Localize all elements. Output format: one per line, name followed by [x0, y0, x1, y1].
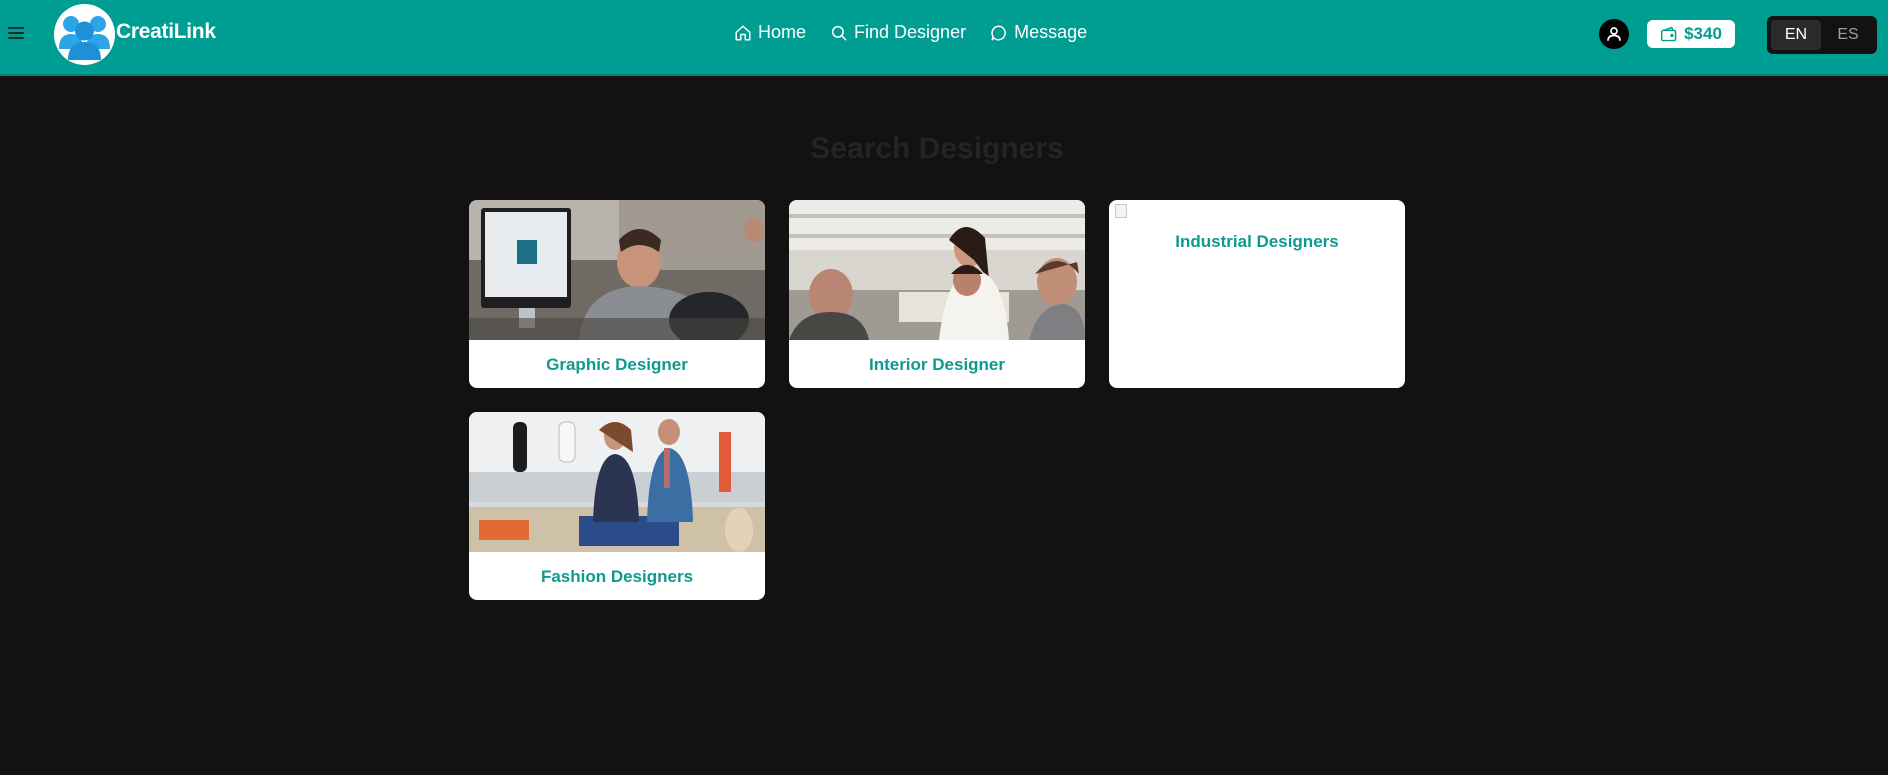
- category-card-fashion-designers[interactable]: Fashion Designers: [469, 412, 765, 600]
- category-card-interior-designer[interactable]: Interior Designer: [789, 200, 1085, 388]
- graphic-designer-photo: [469, 200, 765, 340]
- fashion-designers-photo: [469, 412, 765, 552]
- wallet-amount: $340: [1684, 24, 1722, 43]
- nav-home[interactable]: Home: [734, 22, 806, 43]
- nav-find-designer[interactable]: Find Designer: [830, 22, 966, 43]
- category-label: Interior Designer: [868, 355, 1006, 374]
- user-icon: [1607, 27, 1621, 41]
- main-nav: Home Find Designer Message: [734, 22, 1087, 43]
- message-icon: [991, 24, 1006, 40]
- brand-name[interactable]: CreatiLink: [116, 20, 216, 44]
- user-profile-button[interactable]: [1599, 19, 1629, 49]
- category-card-industrial-designers[interactable]: Industrial Designers: [1109, 200, 1405, 388]
- hamburger-menu-icon[interactable]: [8, 23, 28, 43]
- language-es-button[interactable]: ES: [1823, 20, 1873, 50]
- category-label: Fashion Designers: [540, 567, 694, 586]
- wallet-icon: [1661, 26, 1677, 42]
- wallet-balance-button[interactable]: $340: [1647, 20, 1735, 48]
- nav-home-label: Home: [758, 22, 807, 42]
- category-label: Industrial Designers: [1175, 232, 1339, 251]
- nav-message[interactable]: Message: [990, 22, 1087, 43]
- logo-icon[interactable]: [54, 4, 115, 65]
- top-navbar: CreatiLink Home Find Designer Message $3…: [0, 0, 1888, 76]
- language-en-button[interactable]: EN: [1771, 20, 1821, 50]
- category-card-graphic-designer[interactable]: Graphic Designer: [469, 200, 765, 388]
- nav-message-label: Message: [1014, 22, 1088, 42]
- page-title: Search Designers: [810, 132, 1064, 165]
- search-icon: [831, 25, 847, 40]
- language-switcher: EN ES: [1767, 16, 1877, 54]
- broken-image-icon: [1115, 204, 1127, 218]
- interior-designer-photo: [789, 200, 1085, 340]
- nav-find-designer-label: Find Designer: [854, 22, 967, 42]
- home-icon: [735, 25, 751, 40]
- category-label: Graphic Designer: [546, 355, 688, 374]
